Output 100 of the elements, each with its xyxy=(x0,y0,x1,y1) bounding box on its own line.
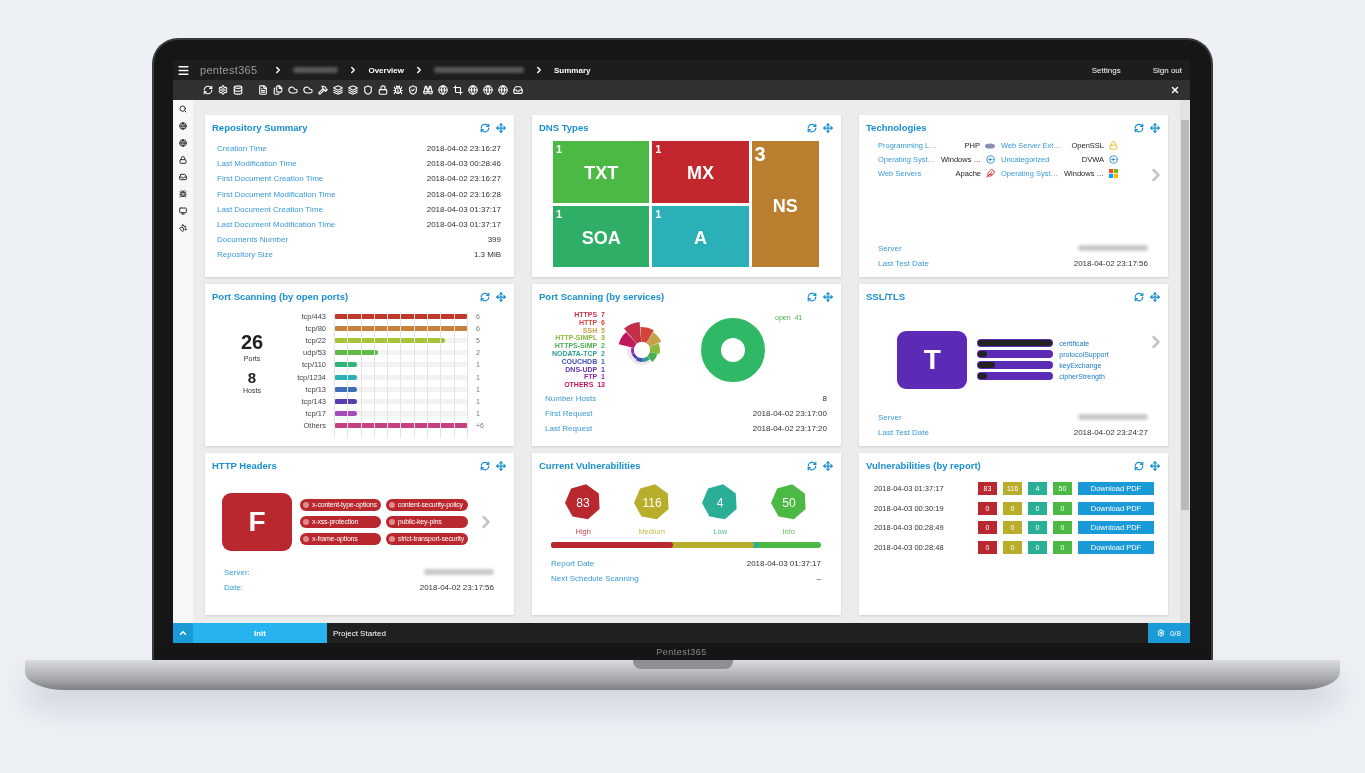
detail-label: Next Schedule Scanning xyxy=(551,574,639,584)
inbox-icon[interactable] xyxy=(179,173,187,181)
chevron-icon xyxy=(414,65,424,75)
card-title: Port Scanning (by open ports) xyxy=(212,291,350,302)
monitor-icon[interactable] xyxy=(179,207,187,215)
menu-icon[interactable] xyxy=(177,63,190,77)
row-value: 1.3 MiB xyxy=(473,250,501,260)
move-icon[interactable] xyxy=(1150,122,1160,133)
top-link[interactable]: Settings xyxy=(1091,65,1121,75)
grade-tile: T xyxy=(897,330,968,389)
detail-value: – xyxy=(816,574,821,584)
move-icon[interactable] xyxy=(496,460,506,471)
row-label: Last Modification Time xyxy=(217,159,297,169)
globe-icon[interactable] xyxy=(179,122,187,130)
tile-type: TXT xyxy=(584,163,619,185)
row-label: First Document Modification Time xyxy=(217,189,336,199)
gear-icon[interactable] xyxy=(218,85,228,95)
card-title: DNS Types xyxy=(539,122,590,133)
bug-icon[interactable] xyxy=(393,85,403,95)
detail-value: 2018-04-02 23:17:56 xyxy=(419,582,494,592)
layers-icon[interactable] xyxy=(333,85,343,95)
card-title: Vulnerabilities (by report) xyxy=(866,460,982,471)
lock-icon[interactable] xyxy=(378,85,388,95)
lock-icon[interactable] xyxy=(179,156,187,164)
move-icon[interactable] xyxy=(1150,291,1160,302)
tile-type: A xyxy=(693,227,707,249)
card-title: Technologies xyxy=(866,122,928,133)
tile-type: NS xyxy=(772,195,798,217)
card-title: SSL/TLS xyxy=(866,291,907,302)
detail-label: Date: xyxy=(224,582,244,592)
detail-label: Last Request xyxy=(545,424,593,434)
detail-value: 2018-04-02 23:17:20 xyxy=(752,424,827,434)
detail-label: Server xyxy=(878,412,902,422)
shield-icon[interactable] xyxy=(363,85,373,95)
breadcrumb-link[interactable]: Summary xyxy=(554,65,591,75)
binoculars-icon[interactable] xyxy=(423,85,433,95)
database-icon[interactable] xyxy=(233,85,243,95)
breadcrumb-link[interactable]: Overview xyxy=(368,65,404,75)
detail-label: Last Test Date xyxy=(878,258,929,268)
detail-value: 2018-04-02 23:24:27 xyxy=(1073,427,1148,437)
move-icon[interactable] xyxy=(496,122,506,133)
bezel-label: Pentest365 xyxy=(656,646,707,657)
search-icon[interactable] xyxy=(179,105,187,113)
detail-label: Last Test Date xyxy=(878,427,929,437)
scroll-thumb[interactable] xyxy=(1181,120,1189,510)
hammer-icon[interactable] xyxy=(318,85,328,95)
detail-value: 2018-04-02 23:17:00 xyxy=(752,409,827,419)
bug-icon[interactable] xyxy=(179,190,187,198)
tile-type: MX xyxy=(686,163,714,185)
oval-logo-icon xyxy=(985,142,995,149)
row-value: 399 xyxy=(487,235,501,245)
detail-value: 2018-04-02 23:17:56 xyxy=(1073,258,1148,268)
row-value: 2018-04-02 23:16:28 xyxy=(426,189,501,199)
globe-icon[interactable] xyxy=(179,139,187,147)
document-icon[interactable] xyxy=(258,85,268,95)
app-logo: pentest365 xyxy=(200,64,258,76)
crop-icon[interactable] xyxy=(453,85,463,95)
severity-count: 50 xyxy=(782,495,796,510)
move-icon[interactable] xyxy=(1150,460,1160,471)
row-label: Last Document Creation Time xyxy=(217,204,323,214)
refresh-icon[interactable] xyxy=(203,85,213,95)
donut-chart-drawing xyxy=(701,318,765,382)
move-icon[interactable] xyxy=(496,291,506,302)
move-icon[interactable] xyxy=(823,291,833,302)
task-counter-button[interactable]: 0/8 xyxy=(1147,623,1190,643)
card-title: HTTP Headers xyxy=(212,460,278,471)
shield-check-icon[interactable] xyxy=(408,85,418,95)
row-value: 2018-04-03 01:37:17 xyxy=(426,204,501,214)
severity-count: 116 xyxy=(642,495,662,510)
row-label: Creation Time xyxy=(217,144,267,154)
documents-icon[interactable] xyxy=(273,85,283,95)
paw-icon[interactable] xyxy=(179,224,187,232)
top-link[interactable]: Sign out xyxy=(1152,65,1182,75)
move-icon[interactable] xyxy=(823,122,833,133)
hosts-total: 8 xyxy=(247,368,257,386)
layers-icon[interactable] xyxy=(348,85,358,95)
tile-count: 3 xyxy=(754,143,766,166)
close-icon[interactable] xyxy=(1170,85,1180,95)
detail-value: 2018-04-03 01:37:17 xyxy=(746,559,821,569)
row-value: 2018-04-03 00:28:46 xyxy=(426,159,501,169)
detail-label: First Request xyxy=(545,409,593,419)
stage-label: Init xyxy=(193,623,327,643)
gear-icon xyxy=(1156,629,1165,637)
chevron-up-icon xyxy=(178,628,188,638)
row-value: 2018-04-02 23:16:27 xyxy=(426,174,501,184)
four-squares-icon xyxy=(1109,169,1118,178)
tile-type: SOA xyxy=(581,227,621,249)
card-title: Repository Summary xyxy=(212,122,309,133)
row-label: First Document Creation Time xyxy=(217,174,324,184)
card-title: Current Vulnerabilities xyxy=(539,460,642,471)
tile-count: 1 xyxy=(655,207,662,220)
row-label: Last Document Modification Time xyxy=(217,220,336,230)
ports-total: 26 xyxy=(240,330,264,354)
grade-tile: F xyxy=(221,492,292,551)
severity-count: 83 xyxy=(576,495,590,510)
move-icon[interactable] xyxy=(823,460,833,471)
status-message: Project Started xyxy=(333,628,386,638)
row-label: Repository Size xyxy=(217,250,274,260)
row-value: 2018-04-02 23:16:27 xyxy=(426,144,501,154)
row-value: 2018-04-03 01:37:17 xyxy=(426,220,501,230)
